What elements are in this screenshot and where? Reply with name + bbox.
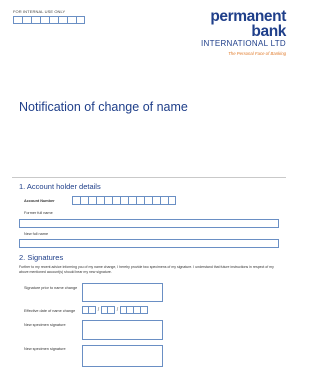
internal-use-box[interactable] [58,16,67,24]
account-number-box[interactable] [96,196,104,205]
account-number-box[interactable] [120,196,128,205]
account-number-box[interactable] [112,196,120,205]
section-1-heading: 1. Account holder details [19,182,101,191]
account-number-box[interactable] [136,196,144,205]
internal-use-boxes[interactable] [13,16,85,24]
account-number-label: Account Number [24,199,55,203]
account-number-box[interactable] [72,196,80,205]
new-name-field[interactable] [19,239,279,248]
account-number-box[interactable] [160,196,168,205]
former-name-label: Former full name [24,211,53,215]
date-box[interactable] [82,306,89,314]
internal-use-label: FOR INTERNAL USE ONLY [13,9,66,14]
account-number-boxes[interactable] [72,196,176,205]
date-box[interactable] [127,306,134,314]
section-2-heading: 2. Signatures [19,253,64,262]
new-sig-label-2: New specimen signature [24,347,66,351]
internal-use-box[interactable] [13,16,22,24]
new-sig-box-1[interactable] [82,320,163,340]
new-sig-box-2[interactable] [82,345,163,367]
sig-prior-label: Signature prior to name change [24,286,78,290]
effective-date-label: Effective date of name change [24,309,76,313]
date-box[interactable] [101,306,108,314]
internal-use-box[interactable] [76,16,85,24]
bank-logo: permanent bank INTERNATIONAL LTD The Per… [174,9,286,56]
divider [12,177,286,178]
date-box[interactable] [120,306,127,314]
new-sig-label-1: New specimen signature [24,323,66,327]
signature-instructions: Further to my recent advice informing yo… [19,265,274,274]
date-box[interactable] [134,306,141,314]
account-number-box[interactable] [168,196,176,205]
logo-tagline: The Personal Face of Banking [228,51,286,56]
date-box[interactable] [108,306,115,314]
logo-name: permanent bank [210,8,286,40]
account-number-box[interactable] [80,196,88,205]
date-box[interactable] [89,306,96,314]
account-number-box[interactable] [104,196,112,205]
page-title: Notification of change of name [19,100,188,114]
effective-date-field[interactable]: / / [82,306,148,314]
new-name-label: New full name [24,232,49,236]
account-number-box[interactable] [128,196,136,205]
internal-use-box[interactable] [22,16,31,24]
sig-prior-box[interactable] [82,283,163,302]
internal-use-box[interactable] [49,16,58,24]
account-number-box[interactable] [152,196,160,205]
internal-use-box[interactable] [31,16,40,24]
logo-sub: INTERNATIONAL LTD [201,39,286,48]
internal-use-box[interactable] [40,16,49,24]
account-number-box[interactable] [88,196,96,205]
account-number-box[interactable] [144,196,152,205]
former-name-field[interactable] [19,219,279,228]
date-box[interactable] [141,306,148,314]
internal-use-box[interactable] [67,16,76,24]
